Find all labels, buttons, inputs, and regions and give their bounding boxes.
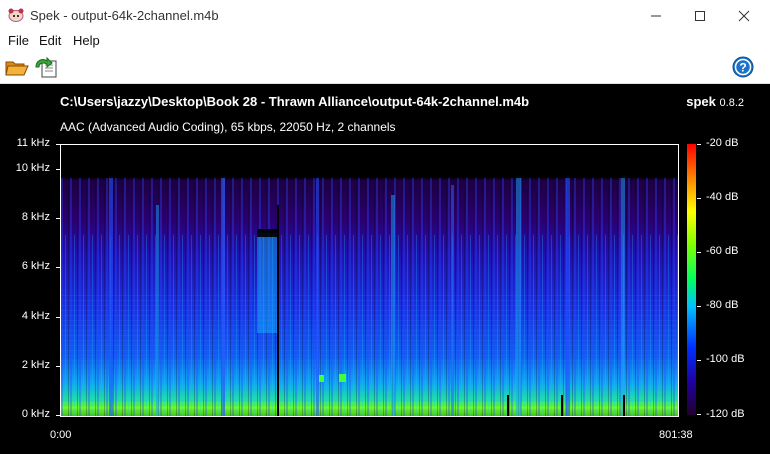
db-tick-minus120: -120 dB bbox=[706, 408, 745, 420]
folder-open-icon bbox=[5, 61, 29, 76]
freq-tick-4khz: 4 kHz bbox=[21, 310, 50, 322]
freq-tick-0khz: 0 kHz bbox=[21, 408, 50, 420]
close-icon bbox=[738, 10, 750, 21]
minimize-icon bbox=[651, 15, 661, 16]
svg-text:?: ? bbox=[739, 61, 746, 75]
file-path: C:\Users\jazzy\Desktop\Book 28 - Thrawn … bbox=[60, 94, 530, 109]
db-tick-minus80: -80 dB bbox=[706, 299, 739, 311]
db-tick-minus60: -60 dB bbox=[706, 245, 739, 257]
menu-edit[interactable]: Edit bbox=[39, 33, 61, 48]
brand-version: 0.8.2 bbox=[719, 97, 744, 109]
spek-app-icon bbox=[8, 8, 24, 22]
help-icon: ? bbox=[732, 56, 754, 78]
save-button[interactable] bbox=[33, 55, 59, 79]
maximize-icon bbox=[695, 10, 705, 21]
spectrogram-plot[interactable] bbox=[60, 144, 679, 417]
window-title: Spek - output-64k-2channel.m4b bbox=[30, 8, 219, 23]
db-tick-mark bbox=[697, 306, 701, 307]
toolbar: ? bbox=[0, 51, 770, 84]
db-tick-mark bbox=[697, 414, 701, 415]
db-tick-minus20: -20 dB bbox=[706, 137, 739, 149]
minimize-button[interactable] bbox=[634, 0, 678, 31]
db-tick-minus100: -100 dB bbox=[706, 353, 745, 365]
freq-tick-8khz: 8 kHz bbox=[21, 211, 50, 223]
brand-name: spek bbox=[686, 94, 716, 109]
db-tick-mark bbox=[697, 252, 701, 253]
close-button[interactable] bbox=[722, 0, 766, 31]
title-bar: Spek - output-64k-2channel.m4b bbox=[0, 0, 770, 32]
maximize-button[interactable] bbox=[678, 0, 722, 31]
spek-window: Spek - output-64k-2channel.m4b File Edit… bbox=[0, 0, 770, 454]
open-button[interactable] bbox=[4, 55, 30, 79]
help-button[interactable]: ? bbox=[730, 55, 756, 79]
save-image-icon bbox=[35, 56, 57, 78]
menu-bar: File Edit Help bbox=[0, 31, 770, 51]
spectrogram-image bbox=[61, 145, 678, 416]
db-tick-minus40: -40 dB bbox=[706, 191, 739, 203]
db-color-scale bbox=[687, 144, 696, 415]
freq-tick-2khz: 2 kHz bbox=[21, 359, 50, 371]
freq-tick-11khz: 11 kHz bbox=[16, 137, 50, 149]
freq-tick-6khz: 6 kHz bbox=[21, 260, 50, 272]
db-tick-mark bbox=[697, 360, 701, 361]
brand: spek 0.8.2 bbox=[686, 94, 744, 109]
db-tick-mark bbox=[697, 198, 701, 199]
spectrogram-view[interactable]: C:\Users\jazzy\Desktop\Book 28 - Thrawn … bbox=[0, 84, 770, 454]
db-tick-mark bbox=[697, 144, 701, 145]
time-end-label: 801:38 bbox=[659, 429, 693, 441]
menu-file[interactable]: File bbox=[8, 33, 29, 48]
file-info: AAC (Advanced Audio Coding), 65 kbps, 22… bbox=[60, 120, 396, 134]
time-start-label: 0:00 bbox=[50, 429, 72, 441]
freq-tick-10khz: 10 kHz bbox=[15, 162, 50, 174]
menu-help[interactable]: Help bbox=[73, 33, 100, 48]
